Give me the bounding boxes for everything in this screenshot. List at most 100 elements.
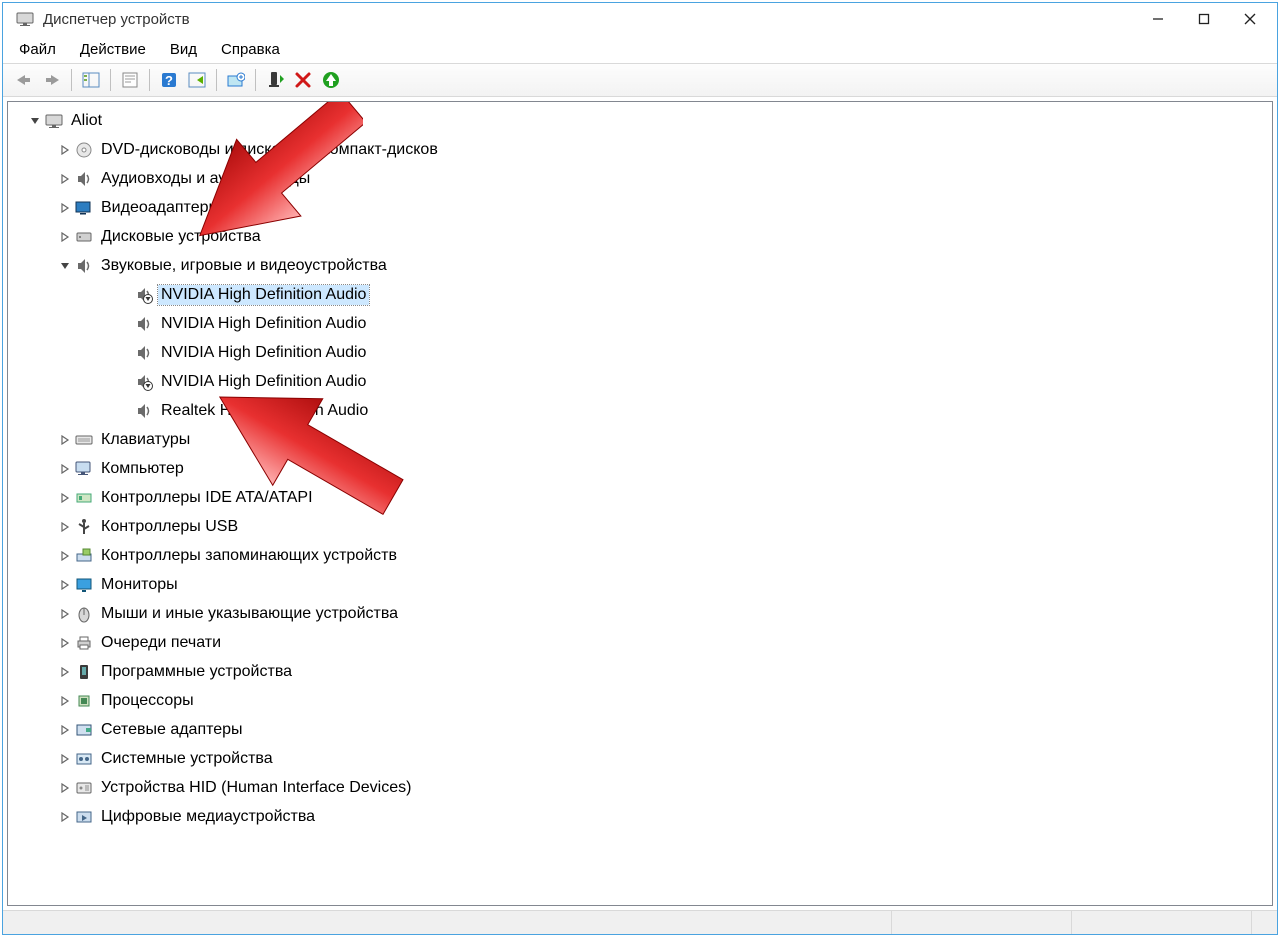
ide-icon — [74, 489, 94, 507]
expand-icon[interactable] — [56, 489, 74, 507]
category-17[interactable]: Устройства HID (Human Interface Devices) — [8, 773, 1272, 802]
hdd-icon — [74, 228, 94, 246]
category-3[interactable]: Дисковые устройства — [8, 222, 1272, 251]
forward-button[interactable] — [39, 67, 65, 93]
menu-bar: Файл Действие Вид Справка — [3, 35, 1277, 63]
maximize-button[interactable] — [1181, 4, 1227, 34]
svg-text:?: ? — [165, 73, 173, 88]
tree-item-label: Мыши и иные указывающие устройства — [98, 604, 401, 624]
collapse-icon[interactable] — [26, 112, 44, 130]
device-tree[interactable]: Aliot DVD-дисководы и дисководы компакт-д… — [7, 101, 1273, 906]
back-button[interactable] — [11, 67, 37, 93]
expand-icon[interactable] — [56, 779, 74, 797]
printer-icon — [74, 634, 94, 652]
toolbar-separator — [255, 69, 256, 91]
enable-device-button[interactable] — [262, 67, 288, 93]
net-icon — [74, 721, 94, 739]
category-9[interactable]: Контроллеры запоминающих устройств — [8, 541, 1272, 570]
device-4-0[interactable]: NVIDIA High Definition Audio — [8, 280, 1272, 309]
resize-grip[interactable] — [1252, 911, 1277, 934]
expand-icon[interactable] — [56, 808, 74, 826]
tree-item-label: NVIDIA High Definition Audio — [158, 372, 369, 392]
system-icon — [74, 750, 94, 768]
menu-file[interactable]: Файл — [7, 37, 68, 62]
category-13[interactable]: Программные устройства — [8, 657, 1272, 686]
disc-icon — [74, 141, 94, 159]
software-icon — [74, 663, 94, 681]
category-15[interactable]: Сетевые адаптеры — [8, 715, 1272, 744]
expand-icon[interactable] — [56, 431, 74, 449]
tree-item-label: Контроллеры IDE ATA/ATAPI — [98, 488, 316, 508]
speaker-icon — [134, 315, 154, 333]
category-5[interactable]: Клавиатуры — [8, 425, 1272, 454]
menu-help[interactable]: Справка — [209, 37, 292, 62]
expand-icon[interactable] — [56, 663, 74, 681]
expand-icon[interactable] — [56, 170, 74, 188]
disable-device-button[interactable] — [290, 67, 316, 93]
usb-icon — [74, 518, 94, 536]
tree-item-label: Звуковые, игровые и видеоустройства — [98, 256, 390, 276]
collapse-icon[interactable] — [56, 257, 74, 275]
properties-button[interactable] — [117, 67, 143, 93]
root-node[interactable]: Aliot — [8, 106, 1272, 135]
titlebar: Диспетчер устройств — [3, 3, 1277, 35]
category-1[interactable]: Аудиовходы и аудиовыходы — [8, 164, 1272, 193]
expand-icon[interactable] — [56, 634, 74, 652]
tree-item-label: DVD-дисководы и дисководы компакт-дисков — [98, 140, 441, 160]
scan-hardware-button[interactable] — [184, 67, 210, 93]
tree-item-label: Aliot — [68, 111, 105, 131]
expand-icon[interactable] — [56, 605, 74, 623]
expand-icon[interactable] — [56, 199, 74, 217]
expand-icon[interactable] — [56, 721, 74, 739]
monitor-icon — [74, 576, 94, 594]
expand-icon[interactable] — [56, 460, 74, 478]
category-7[interactable]: Контроллеры IDE ATA/ATAPI — [8, 483, 1272, 512]
category-8[interactable]: Контроллеры USB — [8, 512, 1272, 541]
help-button[interactable]: ? — [156, 67, 182, 93]
app-icon — [15, 9, 35, 29]
category-0[interactable]: DVD-дисководы и дисководы компакт-дисков — [8, 135, 1272, 164]
category-12[interactable]: Очереди печати — [8, 628, 1272, 657]
expand-icon[interactable] — [56, 576, 74, 594]
toolbar-separator — [216, 69, 217, 91]
minimize-button[interactable] — [1135, 4, 1181, 34]
category-10[interactable]: Мониторы — [8, 570, 1272, 599]
expand-icon[interactable] — [56, 692, 74, 710]
expand-icon[interactable] — [56, 547, 74, 565]
speaker-icon — [134, 373, 154, 391]
close-button[interactable] — [1227, 4, 1273, 34]
show-hide-tree-button[interactable] — [78, 67, 104, 93]
category-2[interactable]: Видеоадаптеры — [8, 193, 1272, 222]
menu-action[interactable]: Действие — [68, 37, 158, 62]
speaker-icon — [134, 402, 154, 420]
tree-item-label: Дисковые устройства — [98, 227, 264, 247]
expand-icon[interactable] — [56, 141, 74, 159]
speaker-icon — [74, 257, 94, 275]
category-11[interactable]: Мыши и иные указывающие устройства — [8, 599, 1272, 628]
no-toggle — [116, 286, 134, 304]
status-segment — [1072, 911, 1252, 934]
category-6[interactable]: Компьютер — [8, 454, 1272, 483]
update-driver-button[interactable] — [223, 67, 249, 93]
uninstall-device-button[interactable] — [318, 67, 344, 93]
no-toggle — [116, 315, 134, 333]
category-4[interactable]: Звуковые, игровые и видеоустройства — [8, 251, 1272, 280]
expand-icon[interactable] — [56, 518, 74, 536]
no-toggle — [116, 402, 134, 420]
category-14[interactable]: Процессоры — [8, 686, 1272, 715]
computer-icon — [44, 112, 64, 130]
toolbar-separator — [71, 69, 72, 91]
category-16[interactable]: Системные устройства — [8, 744, 1272, 773]
device-4-1[interactable]: NVIDIA High Definition Audio — [8, 309, 1272, 338]
expand-icon[interactable] — [56, 228, 74, 246]
device-4-3[interactable]: NVIDIA High Definition Audio — [8, 367, 1272, 396]
tree-item-label: Realtek High Definition Audio — [158, 401, 371, 421]
tree-item-label: Устройства HID (Human Interface Devices) — [98, 778, 414, 798]
device-4-2[interactable]: NVIDIA High Definition Audio — [8, 338, 1272, 367]
tree-item-label: Аудиовходы и аудиовыходы — [98, 169, 313, 189]
category-18[interactable]: Цифровые медиаустройства — [8, 802, 1272, 831]
device-4-4[interactable]: Realtek High Definition Audio — [8, 396, 1272, 425]
menu-view[interactable]: Вид — [158, 37, 209, 62]
expand-icon[interactable] — [56, 750, 74, 768]
display-icon — [74, 199, 94, 217]
